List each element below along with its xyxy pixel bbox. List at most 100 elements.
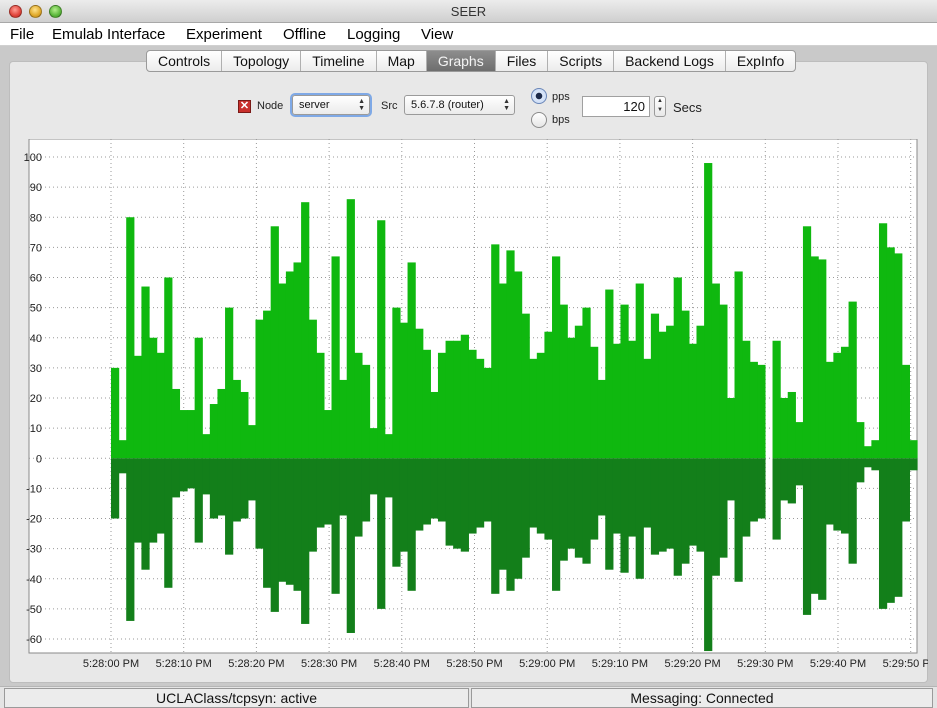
tab-timeline[interactable]: Timeline [301,51,377,71]
menu-view[interactable]: View [421,26,453,43]
select-arrows-icon: ▲ ▼ [503,98,510,112]
bar-outbound [734,458,743,582]
bar-outbound [316,458,325,528]
tab-scripts[interactable]: Scripts [548,51,615,71]
tab-files[interactable]: Files [496,51,549,71]
bar-inbound [316,352,325,459]
bar-outbound [514,458,523,579]
menu-logging[interactable]: Logging [347,26,400,43]
bar-inbound [529,358,538,459]
bar-inbound [263,310,272,459]
bar-outbound [278,458,287,582]
bar-outbound [521,458,530,558]
tab-topology[interactable]: Topology [222,51,302,71]
bar-inbound [901,364,910,459]
x-tick-label: 5:29:10 PM [592,658,648,670]
bar-inbound [825,361,834,459]
bar-outbound [437,458,447,522]
bar-inbound [339,379,348,459]
bar-outbound [536,458,546,534]
y-tick-label: 30 [30,363,42,375]
bar-inbound [384,434,393,459]
bar-inbound [187,410,196,459]
bar-inbound [688,343,698,459]
bar-inbound [437,352,447,459]
bar-outbound [369,458,378,495]
bar-outbound [285,458,295,585]
tab-expinfo[interactable]: ExpInfo [726,51,795,71]
y-tick-label: 60 [30,273,42,285]
bar-outbound [658,458,667,552]
tab-map[interactable]: Map [377,51,427,71]
bar-outbound [399,458,409,552]
bar-outbound [339,458,348,516]
bps-radio[interactable] [531,112,547,128]
secs-input[interactable]: 120 [582,96,650,117]
bar-outbound [833,458,842,531]
bar-outbound [802,458,812,615]
bar-outbound [111,458,120,519]
bar-outbound [643,458,652,528]
title-bar: SEER [0,0,937,23]
node-select[interactable]: server ▲ ▼ [292,95,370,115]
bar-outbound [346,458,355,633]
bar-inbound [802,226,812,459]
bar-outbound [673,458,682,576]
bar-outbound [742,458,751,537]
y-tick-label: -40 [26,574,42,586]
bar-inbound [590,346,599,459]
menu-emulab-interface[interactable]: Emulab Interface [52,26,165,43]
bar-outbound [171,458,181,498]
bar-outbound [498,458,507,570]
pps-label: pps [552,91,570,103]
bar-inbound [354,352,363,459]
y-tick-label: 90 [30,182,42,194]
bar-inbound [772,340,781,459]
bar-outbound [620,458,629,573]
bar-outbound [544,458,553,540]
bar-inbound [818,259,827,459]
tab-backend-logs[interactable]: Backend Logs [614,51,726,71]
x-tick-label: 5:28:10 PM [156,658,212,670]
bar-outbound [164,458,173,588]
bar-outbound [856,458,865,483]
bar-outbound [529,458,538,528]
menu-experiment[interactable]: Experiment [186,26,262,43]
bar-inbound [270,226,279,459]
tab-graphs[interactable]: Graphs [426,51,496,71]
y-tick-label: 50 [30,303,42,315]
menu-offline[interactable]: Offline [283,26,326,43]
bar-inbound [863,446,872,459]
bar-outbound [757,458,766,519]
bar-outbound [719,458,728,558]
bar-inbound [886,247,895,459]
bar-outbound [666,458,675,549]
bar-outbound [780,458,789,501]
tab-controls[interactable]: Controls [147,51,223,71]
pps-radio[interactable] [531,88,547,104]
bar-outbound [704,458,713,652]
bar-outbound [552,458,561,591]
node-label: Node [257,100,284,112]
bar-inbound [430,391,439,459]
bar-inbound [810,256,819,459]
bar-outbound [149,458,158,543]
bar-outbound [810,458,819,594]
bar-inbound [323,410,333,459]
bar-outbound [293,458,302,591]
secs-stepper[interactable]: ▲ ▼ [654,96,666,117]
bar-outbound [384,458,393,498]
bar-inbound [133,355,143,459]
bar-outbound [506,458,515,591]
src-select[interactable]: 5.6.7.8 (router) ▲ ▼ [404,95,515,115]
window-title: SEER [450,4,487,19]
bar-outbound [886,458,895,603]
node-checkbox[interactable]: ✕ [238,100,251,113]
menu-file[interactable]: File [10,26,34,43]
bar-inbound [506,250,515,459]
bar-inbound [164,277,173,459]
bar-outbound [863,458,872,468]
bar-inbound [331,256,340,459]
bar-inbound [407,262,416,459]
bar-outbound [202,458,211,495]
